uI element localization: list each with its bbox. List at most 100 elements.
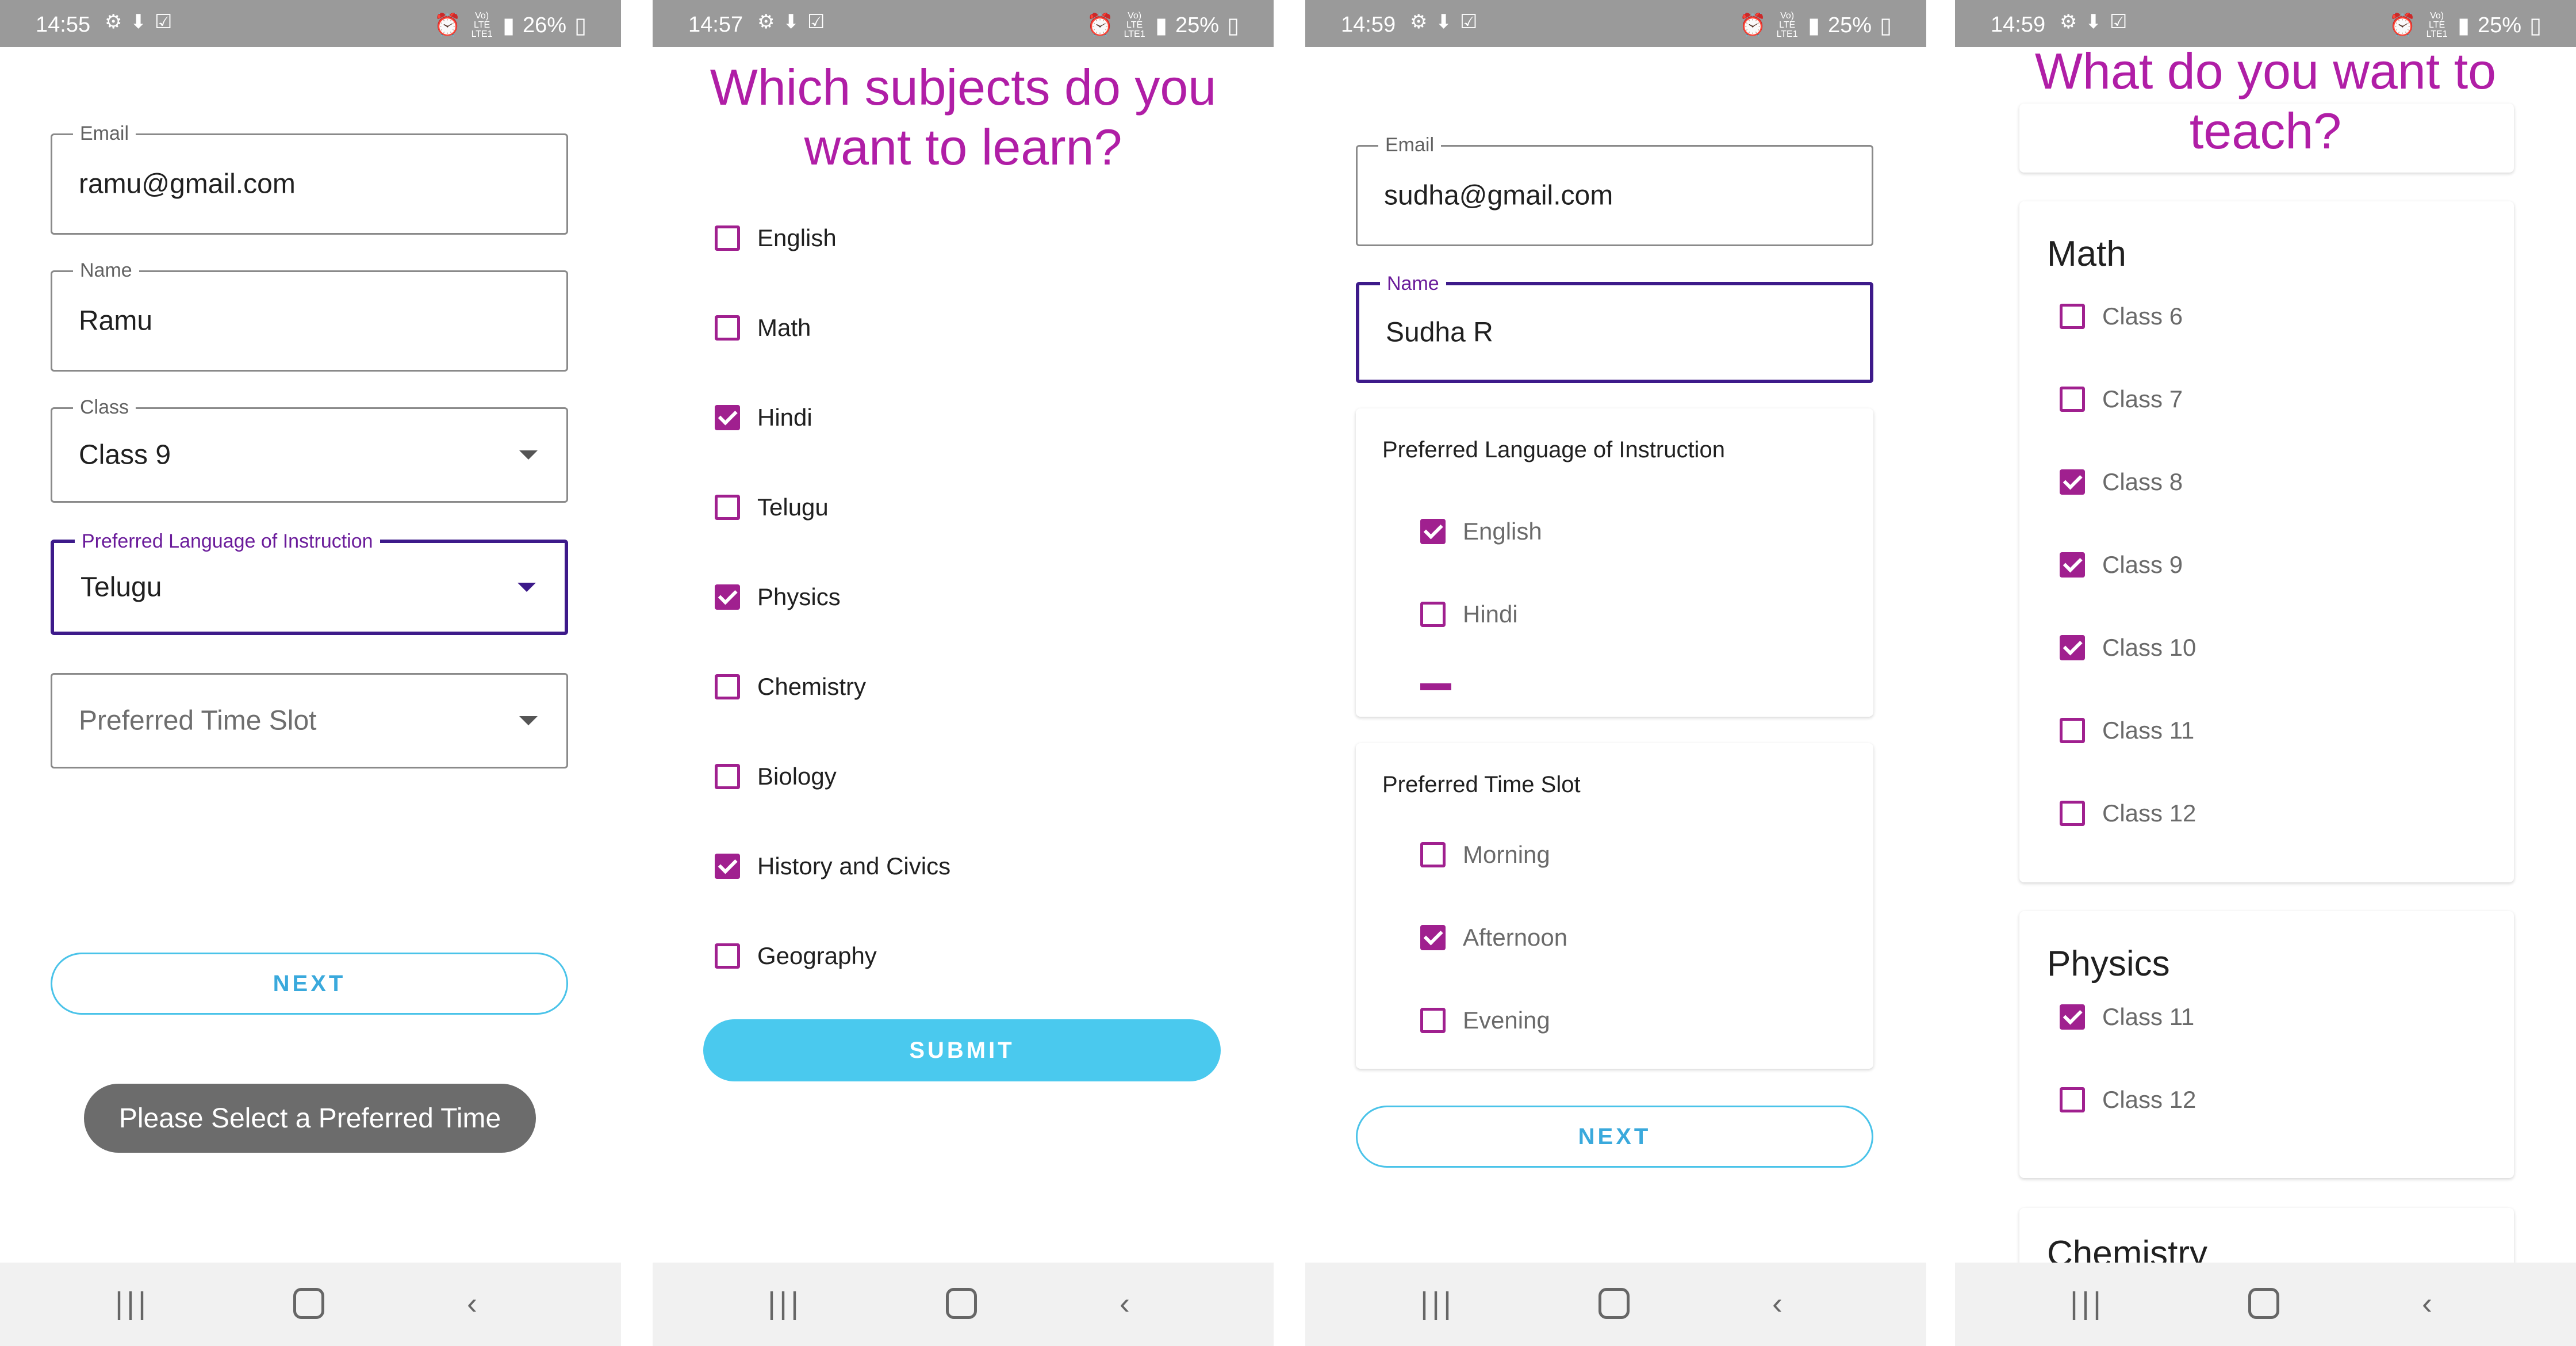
name-field[interactable]: Name Sudha R [1356,273,1873,383]
submit-button[interactable]: SUBMIT [703,1019,1221,1081]
checkbox-checked-icon[interactable] [2060,635,2085,660]
status-bar: 14:55 ⚙ ⬇ ☑ ⏰ Vo) LTE LTE1 ▮ 26% ▯ [0,0,621,47]
checkbox-label: Telugu [757,494,829,521]
next-button[interactable]: NEXT [51,953,568,1015]
checkbox-option[interactable]: English [715,224,837,252]
name-value: Ramu [79,305,153,336]
checkbox-option[interactable]: Class 11 [2060,1003,2194,1031]
checkbox-checked-icon[interactable] [715,854,740,879]
checkbox-option[interactable]: Chemistry [715,673,866,701]
home-icon[interactable] [2248,1288,2279,1319]
checkbox-label: Class 9 [2102,551,2183,578]
dropdown-arrow-icon [519,450,538,460]
screen-teacher-profile: 14:59 ⚙ ⬇ ☑ ⏰ Vo) LTE LTE1 ▮ 25% ▯ Email… [1305,0,1926,1346]
home-icon[interactable] [1598,1288,1630,1319]
home-icon[interactable] [293,1288,324,1319]
battery-icon: ▯ [1227,13,1239,38]
alarm-icon: ⏰ [1739,13,1767,37]
checkbox-option[interactable]: Telugu [715,494,829,521]
dropdown-arrow-icon [518,583,536,592]
battery-level: 26% [523,13,567,37]
checkbox-label: History and Civics [757,852,951,880]
checkbox-checked-icon[interactable] [2060,1004,2085,1030]
checkbox-label: Class 6 [2102,303,2183,330]
checkbox-option[interactable]: Biology [715,763,837,790]
checkbox-option[interactable]: Physics [715,583,841,611]
checkbox-option[interactable]: Hindi [1420,601,1518,628]
email-field[interactable]: Email sudha@gmail.com [1356,134,1873,246]
checkbox-label: English [1463,518,1542,545]
checkbox-option[interactable]: Class 7 [2060,385,2183,413]
checkbox-unchecked-icon[interactable] [2060,304,2085,329]
next-button[interactable]: NEXT [1356,1106,1873,1168]
name-field[interactable]: Name Ramu [51,259,568,372]
language-dropdown[interactable]: Preferred Language of Instruction Telugu [51,530,568,635]
checkbox-option[interactable]: Hindi [715,404,812,431]
checkbox-unchecked-icon[interactable] [1420,842,1446,867]
battery-icon: ▯ [2529,13,2542,38]
recent-apps-icon[interactable]: ||| [768,1286,802,1321]
settings-icon: ⚙ [757,11,775,33]
check-icon: ☑ [807,11,825,33]
status-time: 14:59 [1991,13,2046,37]
checkbox-unchecked-icon[interactable] [2060,718,2085,743]
page-heading: What do you want to teach? [2034,43,2497,159]
checkbox-option[interactable]: Class 12 [2060,1086,2196,1114]
recent-apps-icon[interactable]: ||| [115,1286,150,1321]
checkbox-option[interactable]: Class 9 [2060,551,2183,579]
checkbox-label: Class 7 [2102,385,2183,412]
checkbox-label: Hindi [1463,601,1518,628]
checkbox-unchecked-icon[interactable] [715,495,740,520]
checkbox-unchecked-icon[interactable] [715,943,740,969]
checkbox-label: Biology [757,763,837,790]
checkbox-unchecked-icon[interactable] [1420,1008,1446,1033]
checkbox-unchecked-icon[interactable] [715,225,740,251]
checkbox-unchecked-icon[interactable] [715,674,740,699]
status-time: 14:57 [688,13,743,37]
checkbox-option[interactable]: Class 6 [2060,303,2183,330]
back-icon[interactable]: ‹ [1120,1286,1130,1321]
recent-apps-icon[interactable]: ||| [2070,1286,2104,1321]
name-label: Name [73,259,139,282]
checkbox-unchecked-icon[interactable] [2060,801,2085,826]
checkbox-option[interactable]: Class 8 [2060,468,2183,496]
back-icon[interactable]: ‹ [2422,1286,2432,1321]
screen-teach-subjects: 14:59 ⚙ ⬇ ☑ ⏰ Vo) LTE LTE1 ▮ 25% ▯ What … [1955,0,2576,1346]
checkbox-option[interactable]: Geography [715,942,877,970]
settings-icon: ⚙ [2060,11,2077,33]
class-dropdown[interactable]: Class Class 9 [51,396,568,503]
back-icon[interactable]: ‹ [1772,1286,1782,1321]
time-slot-dropdown[interactable]: Preferred Time Slot [51,673,568,768]
checkbox-checked-icon[interactable] [2060,552,2085,578]
checkbox-option[interactable]: Afternoon [1420,924,1567,951]
recent-apps-icon[interactable]: ||| [1420,1286,1455,1321]
back-icon[interactable]: ‹ [467,1286,477,1321]
checkbox-unchecked-icon[interactable] [2060,1087,2085,1112]
checkbox-option[interactable]: Class 10 [2060,634,2196,661]
checkbox-label: Class 10 [2102,634,2196,661]
checkbox-unchecked-icon[interactable] [2060,387,2085,412]
class-value: Class 9 [79,439,171,471]
signal-icon: ▮ [2458,13,2470,38]
signal-icon: ▮ [1155,13,1168,38]
checkbox-checked-icon[interactable] [715,584,740,610]
checkbox-checked-icon[interactable] [1420,519,1446,544]
checkbox-checked-icon[interactable] [715,405,740,430]
email-field[interactable]: Email ramu@gmail.com [51,123,568,235]
checkbox-unchecked-icon[interactable] [715,315,740,341]
checkbox-checked-icon[interactable] [1420,925,1446,950]
home-icon[interactable] [946,1288,977,1319]
checkbox-checked-icon[interactable] [2060,469,2085,495]
checkbox-option[interactable]: Class 11 [2060,717,2194,744]
checkbox-option[interactable]: Morning [1420,841,1550,869]
checkbox-unchecked-icon[interactable] [715,764,740,789]
class-label: Class [73,396,136,419]
checkbox-option[interactable]: History and Civics [715,852,950,880]
checkbox-option[interactable]: Class 12 [2060,800,2196,827]
checkbox-unchecked-icon[interactable] [1420,602,1446,627]
checkbox-option[interactable]: Math [715,314,811,342]
checkbox-option[interactable]: English [1420,518,1542,545]
math-card: Math Class 6 Class 7 Class 8 Class 9 Class 1… [2019,201,2514,882]
checkbox-label: Math [757,314,811,341]
checkbox-option[interactable]: Evening [1420,1007,1550,1034]
